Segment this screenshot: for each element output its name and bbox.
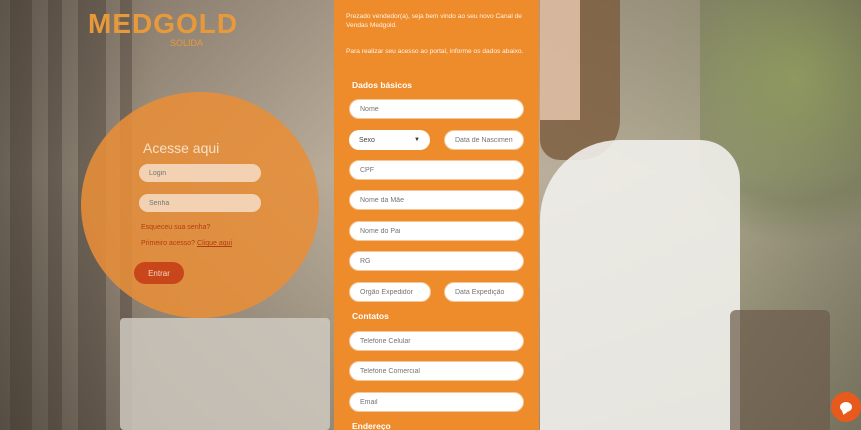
login-title: Acesse aqui bbox=[143, 140, 220, 156]
rg-field[interactable] bbox=[349, 251, 524, 271]
login-password-input[interactable] bbox=[139, 194, 261, 212]
birth-date-field[interactable] bbox=[444, 130, 524, 150]
signup-form-panel: Prezado vendedor(a), seja bem vindo ao s… bbox=[334, 0, 539, 430]
logo-subtext: SOLIDA bbox=[170, 38, 204, 48]
curtain bbox=[48, 0, 62, 430]
login-username-input[interactable] bbox=[139, 164, 261, 182]
brand-logo: MEDGOLD SOLIDA bbox=[88, 8, 237, 48]
curtain bbox=[10, 0, 32, 430]
chat-button[interactable] bbox=[831, 392, 861, 422]
name-field[interactable] bbox=[349, 99, 524, 119]
mobile-phone-field[interactable] bbox=[349, 331, 524, 351]
welcome-text: Prezado vendedor(a), seja bem vindo ao s… bbox=[346, 13, 522, 29]
first-access-label: Primeiro acesso? bbox=[141, 240, 196, 247]
background-laptop bbox=[120, 318, 330, 430]
chat-bubble-icon bbox=[840, 402, 852, 412]
instructions-text: Para realizar seu acesso ao portal, info… bbox=[346, 48, 524, 55]
sex-select[interactable]: Sexo ▼ bbox=[349, 130, 430, 150]
background-chair bbox=[730, 310, 830, 430]
cpf-field[interactable] bbox=[349, 160, 524, 180]
background-person-face bbox=[540, 0, 580, 120]
first-access-text: Primeiro acesso? Clique aqui bbox=[141, 240, 232, 247]
section-contacts: Contatos bbox=[352, 311, 389, 321]
chevron-down-icon: ▼ bbox=[414, 137, 420, 143]
issuer-field[interactable] bbox=[349, 282, 431, 302]
section-basic-data: Dados básicos bbox=[352, 80, 412, 90]
logo-text: MEDGOLD bbox=[88, 8, 239, 39]
sex-select-value: Sexo bbox=[359, 136, 375, 144]
login-panel: Acesse aqui Esqueceu sua senha? Primeiro… bbox=[81, 92, 319, 318]
background-person bbox=[540, 140, 740, 430]
mother-name-field[interactable] bbox=[349, 190, 524, 210]
work-phone-field[interactable] bbox=[349, 361, 524, 381]
section-address: Endereço bbox=[352, 421, 391, 430]
enter-button[interactable]: Entrar bbox=[134, 262, 184, 284]
father-name-field[interactable] bbox=[349, 221, 524, 241]
register-link[interactable]: Clique aqui bbox=[197, 240, 232, 247]
issue-date-field[interactable] bbox=[444, 282, 524, 302]
email-field[interactable] bbox=[349, 392, 524, 412]
forgot-password-link[interactable]: Esqueceu sua senha? bbox=[141, 224, 210, 231]
